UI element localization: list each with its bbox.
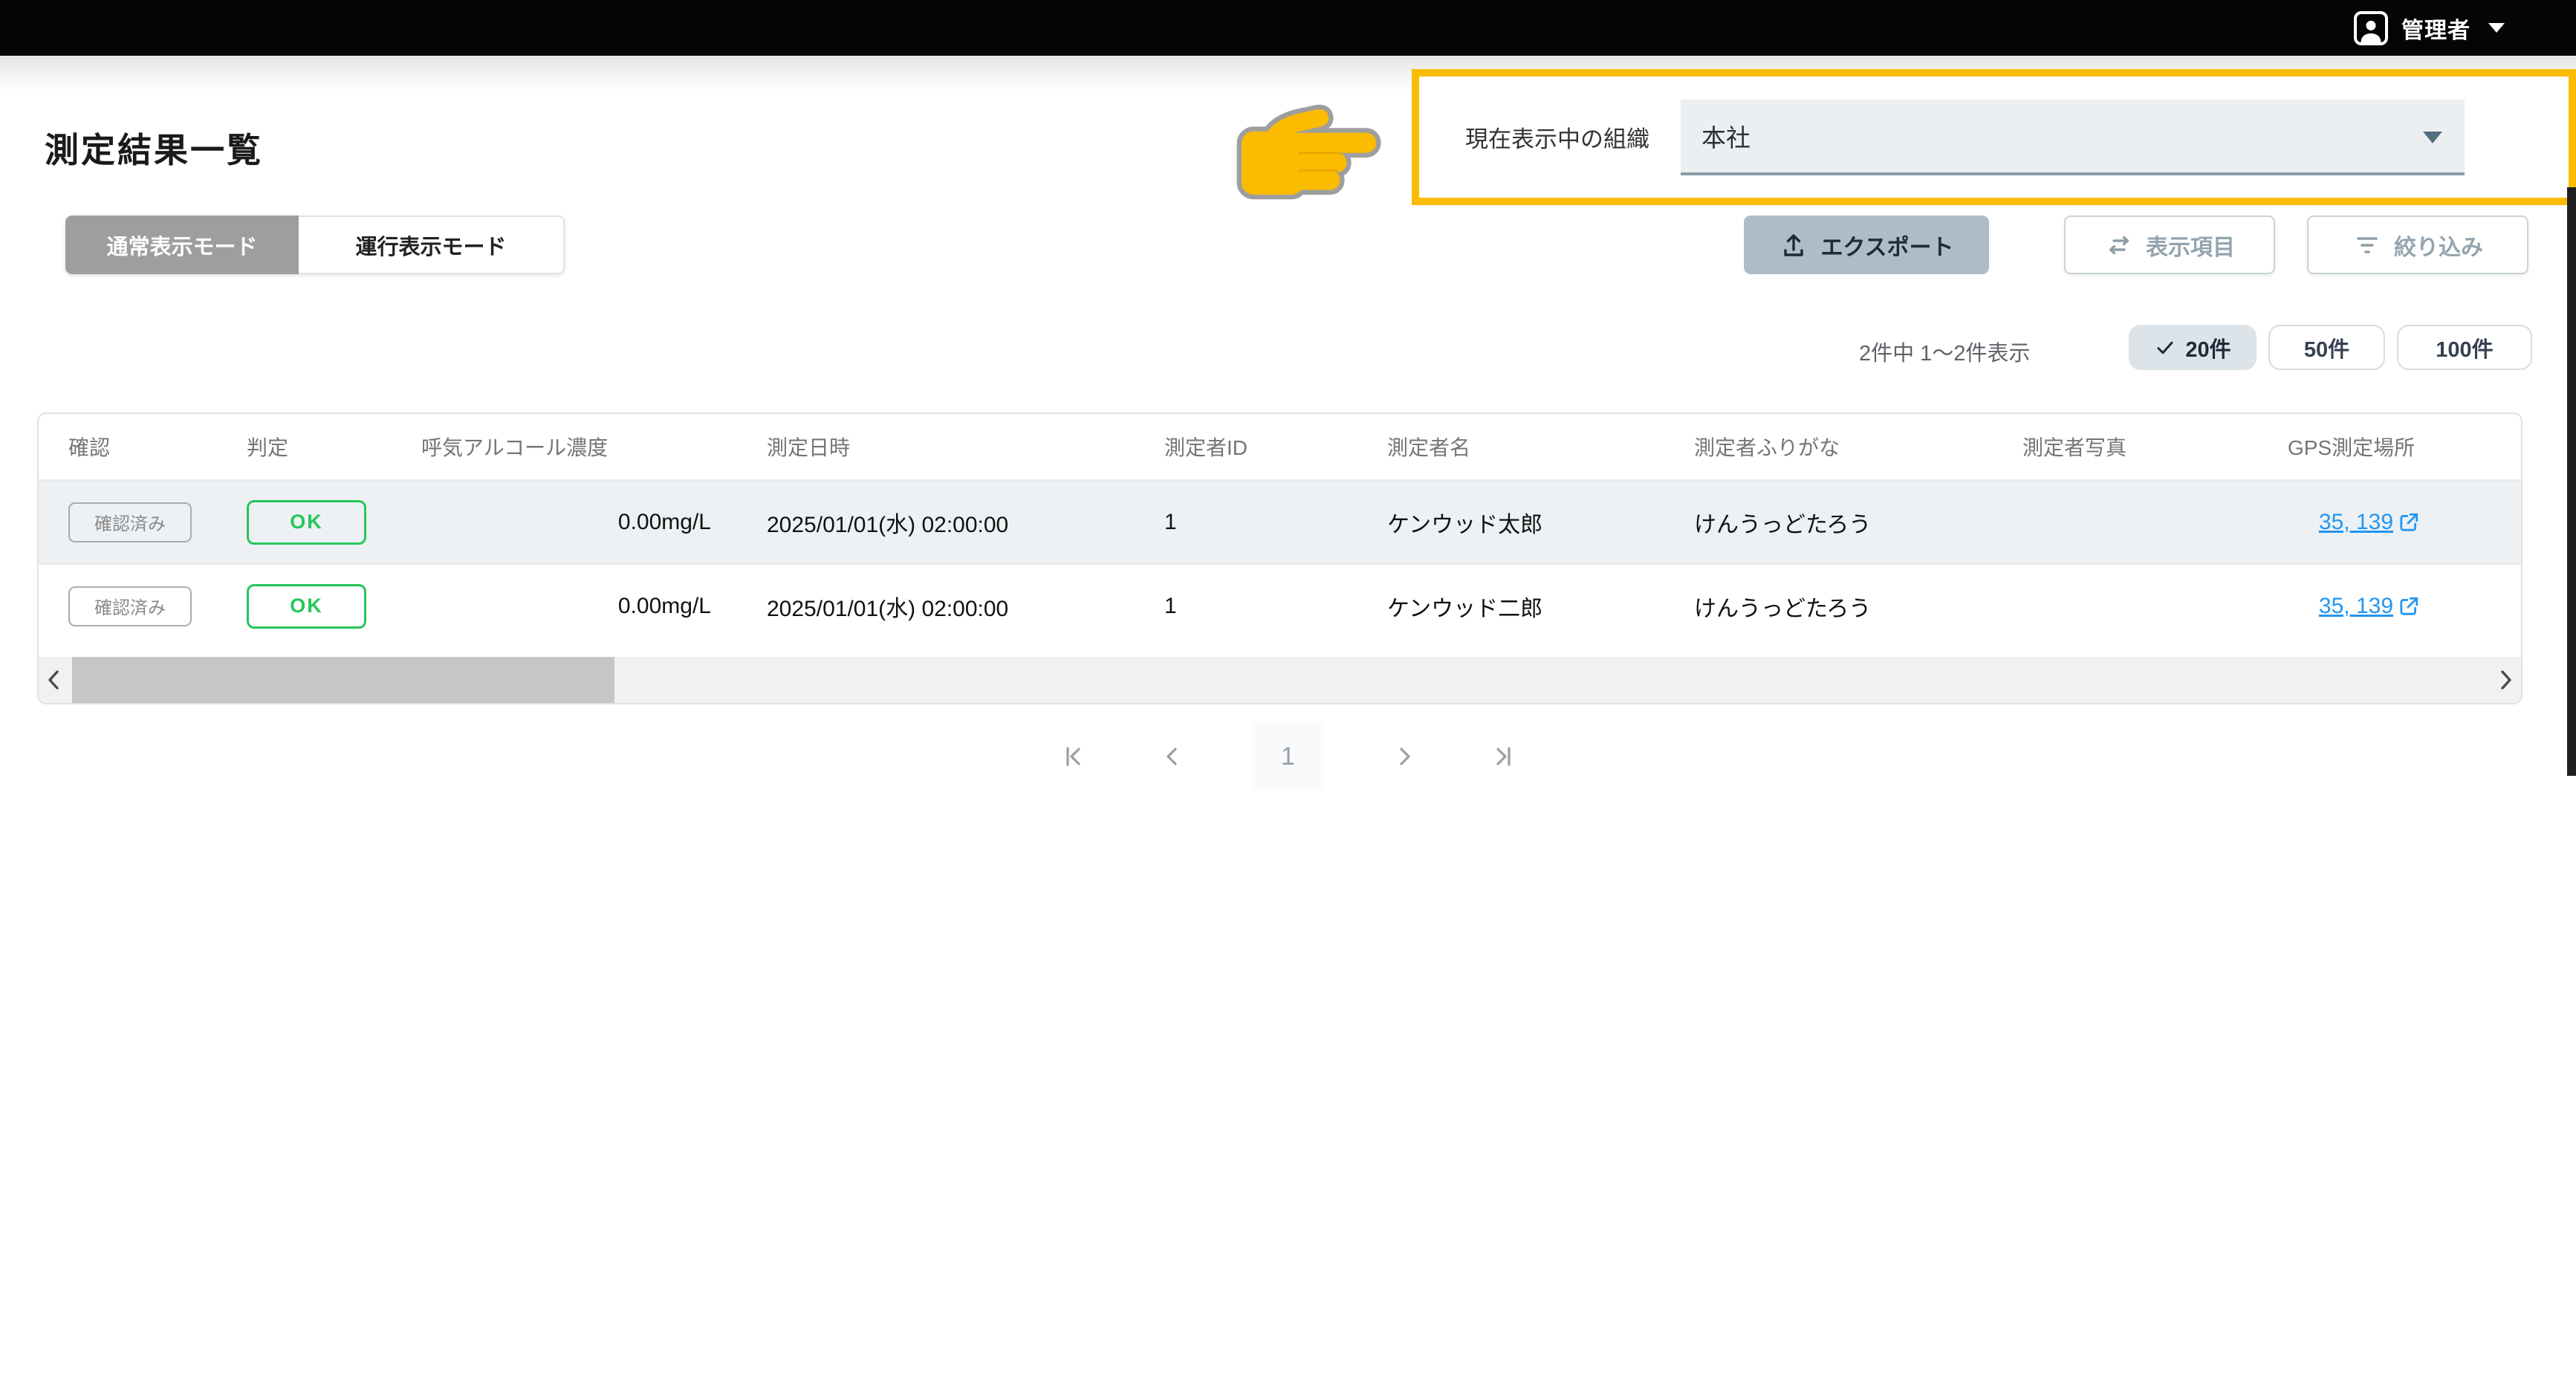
top-bar: 管理者 — [0, 0, 2576, 56]
col-header-measurer-furigana: 測定者ふりがな — [1658, 432, 1987, 461]
measurer-name: ケンウッド太郎 — [1346, 506, 1658, 539]
tab-normal-display-mode[interactable]: 通常表示モード — [65, 216, 299, 274]
ok-judgement-badge: OK — [247, 584, 366, 629]
page-size-100-label: 100件 — [2436, 332, 2493, 363]
gps-location-link[interactable]: 35, 139 — [2319, 594, 2420, 619]
last-page-icon — [1489, 742, 1519, 771]
user-menu[interactable]: 管理者 — [2354, 11, 2505, 45]
measurement-datetime: 2025/01/01(水) 02:00:00 — [733, 590, 1131, 623]
pagination: 1 — [0, 722, 2576, 791]
display-columns-button[interactable]: 表示項目 — [2064, 216, 2275, 274]
page-size-20-label: 20件 — [2185, 332, 2231, 363]
org-selector-label: 現在表示中の組織 — [1465, 120, 1649, 154]
chevron-down-icon — [2423, 132, 2442, 143]
measurement-datetime: 2025/01/01(水) 02:00:00 — [733, 506, 1131, 539]
swap-arrows-icon — [2104, 230, 2134, 260]
scroll-right-button[interactable] — [2491, 657, 2521, 703]
scrollbar-thumb[interactable] — [72, 657, 614, 703]
user-avatar-icon — [2354, 11, 2388, 45]
scroll-left-button[interactable] — [39, 657, 68, 703]
display-mode-tabs: 通常表示モード 運行表示モード — [65, 216, 565, 274]
gps-location-link[interactable]: 35, 139 — [2319, 510, 2420, 535]
alcohol-value: 0.00mg/L — [392, 594, 733, 619]
tab-operation-display-mode[interactable]: 運行表示モード — [299, 216, 565, 274]
chevron-right-icon — [2496, 669, 2516, 691]
upload-icon — [1779, 230, 1808, 260]
gps-link-label: 35, 139 — [2319, 510, 2393, 535]
display-columns-button-label: 表示項目 — [2146, 229, 2235, 262]
filter-button-label: 絞り込み — [2394, 229, 2483, 262]
gps-link-label: 35, 139 — [2319, 594, 2393, 619]
col-header-confirm: 確認 — [39, 432, 217, 461]
page-size-20-button[interactable]: 20件 — [2129, 325, 2257, 370]
filter-icon — [2352, 230, 2382, 260]
table-row: 確認済み OK 0.00mg/L 2025/01/01(水) 02:00:00 … — [39, 481, 2521, 563]
filter-button[interactable]: 絞り込み — [2307, 216, 2528, 274]
external-link-icon — [2398, 595, 2420, 618]
col-header-gps-location: GPS測定場所 — [2232, 432, 2523, 461]
col-header-datetime: 測定日時 — [733, 432, 1131, 461]
last-page-button[interactable] — [1485, 722, 1523, 791]
previous-page-button[interactable] — [1153, 722, 1192, 791]
measurer-name: ケンウッド二郎 — [1346, 590, 1658, 623]
ok-judgement-badge: OK — [247, 500, 366, 545]
col-header-judgement: 判定 — [217, 432, 392, 461]
col-header-alcohol: 呼気アルコール濃度 — [392, 432, 733, 461]
measurer-id: 1 — [1131, 594, 1346, 619]
first-page-icon — [1058, 742, 1088, 771]
org-selector-highlight-box: 現在表示中の組織 本社 — [1412, 69, 2576, 205]
pointing-hand-icon — [1230, 94, 1389, 201]
table-horizontal-scrollbar[interactable] — [39, 657, 2521, 703]
current-page-button[interactable]: 1 — [1253, 722, 1324, 791]
confirmed-badge[interactable]: 確認済み — [68, 502, 192, 542]
measurer-furigana: けんうっどたろう — [1658, 506, 1987, 539]
table-row: 確認済み OK 0.00mg/L 2025/01/01(水) 02:00:00 … — [39, 563, 2521, 647]
external-link-icon — [2398, 511, 2420, 534]
col-header-measurer-name: 測定者名 — [1346, 432, 1658, 461]
page-size-100-button[interactable]: 100件 — [2397, 325, 2532, 370]
alcohol-value: 0.00mg/L — [392, 510, 733, 535]
col-header-measurer-photo: 測定者写真 — [1987, 432, 2232, 461]
app-window: 管理者 測定結果一覧 通常表示モード 運行表示モード 現在表示中の組織 本社 — [0, 0, 2576, 1377]
chevron-left-icon — [44, 669, 63, 691]
first-page-button[interactable] — [1054, 722, 1092, 791]
measurer-furigana: けんうっどたろう — [1658, 590, 1987, 623]
export-button-label: エクスポート — [1820, 229, 1953, 262]
export-button[interactable]: エクスポート — [1744, 216, 1989, 274]
chevron-right-icon — [1389, 742, 1419, 771]
next-page-button[interactable] — [1385, 722, 1424, 791]
page-title: 測定結果一覧 — [45, 123, 263, 172]
measurer-id: 1 — [1131, 510, 1346, 535]
result-count-text: 2件中 1〜2件表示 — [1859, 336, 2030, 367]
chevron-left-icon — [1158, 742, 1187, 771]
org-select-dropdown[interactable]: 本社 — [1681, 100, 2465, 175]
check-icon — [2154, 337, 2176, 359]
confirmed-badge[interactable]: 確認済み — [68, 586, 192, 626]
chevron-down-icon — [2488, 23, 2505, 33]
table-header-row: 確認 判定 呼気アルコール濃度 測定日時 測定者ID 測定者名 測定者ふりがな … — [39, 414, 2521, 481]
org-select-value: 本社 — [1701, 118, 1751, 154]
page-size-50-label: 50件 — [2304, 332, 2349, 363]
user-name-label: 管理者 — [2401, 12, 2470, 45]
results-table: 確認 判定 呼気アルコール濃度 測定日時 測定者ID 測定者名 測定者ふりがな … — [37, 412, 2523, 704]
col-header-measurer-id: 測定者ID — [1131, 432, 1346, 461]
page-size-50-button[interactable]: 50件 — [2268, 325, 2385, 370]
window-scrollbar-thumb[interactable] — [2567, 187, 2576, 776]
